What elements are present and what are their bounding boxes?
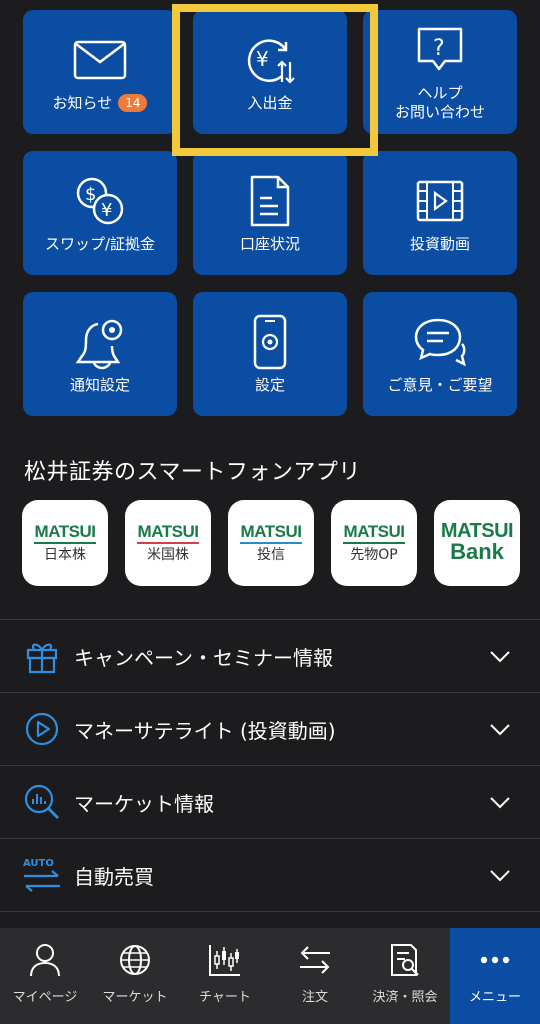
svg-text:¥: ¥ (101, 200, 112, 221)
chat-bubbles-icon (412, 314, 468, 370)
apps-section-title: 松井証券のスマートフォンアプリ (24, 460, 361, 485)
app-brand: MATSUI (343, 522, 405, 541)
tile-swap-margin[interactable]: $ ¥ スワップ/証拠金 (23, 151, 177, 275)
tile-label: 設定 (254, 375, 285, 394)
swap-currency-icon: $ ¥ (72, 173, 128, 229)
svg-text:?: ? (433, 36, 445, 61)
auto-trade-icon: AUTO (22, 855, 62, 895)
app-us-stocks[interactable]: MATSUI 米国株 (125, 500, 211, 586)
menu-row-label: マネーサテライト (投資動画) (74, 718, 336, 743)
report-search-icon (387, 942, 423, 978)
tab-label: 決済・照会 (372, 990, 438, 1005)
tile-label: 口座状況 (239, 234, 300, 253)
svg-text:¥: ¥ (256, 47, 269, 71)
tab-label: マイページ (12, 990, 78, 1005)
tile-label: ご意見・ご要望 (387, 375, 493, 394)
tab-menu[interactable]: メニュー (450, 928, 540, 1024)
bottom-tab-bar: マイページ マーケット チャート 注文 決済・照会 メニュー (0, 928, 540, 1024)
menu-row-label: キャンペーン・セミナー情報 (74, 645, 333, 670)
app-underline (137, 542, 199, 544)
tab-chart[interactable]: チャート (180, 928, 270, 1024)
app-subtitle: 日本株 (44, 547, 86, 563)
video-icon (412, 173, 468, 229)
mail-icon (72, 32, 128, 88)
app-underline (240, 542, 302, 544)
app-underline (34, 542, 96, 544)
globe-icon (117, 942, 153, 978)
menu-row-label: 自動売買 (74, 864, 154, 889)
tile-settings[interactable]: 設定 (193, 292, 347, 416)
arrows-exchange-icon (297, 942, 333, 978)
app-brand: MATSUI (34, 522, 96, 541)
tile-investment-videos[interactable]: 投資動画 (363, 151, 517, 275)
play-circle-icon (22, 709, 62, 749)
menu-row-label: マーケット情報 (74, 791, 214, 816)
tile-account-status[interactable]: 口座状況 (193, 151, 347, 275)
chevron-down-icon (490, 724, 510, 736)
menu-row-auto-trading[interactable]: AUTO 自動売買 (0, 838, 540, 911)
menu-row-money-satellite[interactable]: マネーサテライト (投資動画) (0, 692, 540, 765)
app-brand: MATSUI (240, 522, 302, 541)
tile-notification-settings[interactable]: 通知設定 (23, 292, 177, 416)
app-bank[interactable]: MATSUI Bank (434, 500, 520, 586)
divider (0, 911, 540, 912)
chevron-down-icon (490, 797, 510, 809)
tab-label: 注文 (301, 990, 328, 1005)
tab-order[interactable]: 注文 (270, 928, 360, 1024)
tab-mypage[interactable]: マイページ (0, 928, 90, 1024)
notification-count-badge: 14 (118, 93, 148, 112)
app-subtitle: 先物OP (350, 547, 398, 563)
menu-row-campaign[interactable]: キャンペーン・セミナー情報 (0, 619, 540, 692)
tile-label: 通知設定 (69, 375, 130, 394)
app-list: MATSUI 日本株 MATSUI 米国株 MATSUI 投信 MATSUI 先… (22, 500, 522, 586)
app-japan-stocks[interactable]: MATSUI 日本株 (22, 500, 108, 586)
tile-label: 投資動画 (409, 234, 470, 253)
tile-label: 入出金 (247, 93, 293, 112)
gift-icon (22, 636, 62, 676)
tile-label: スワップ/証拠金 (44, 234, 156, 253)
app-brand: MATSUI (440, 520, 514, 542)
tile-help[interactable]: ? ヘルプ お問い合わせ (363, 10, 517, 134)
tab-label: マーケット (102, 990, 168, 1005)
menu-row-market-info[interactable]: マーケット情報 (0, 765, 540, 838)
tile-notifications[interactable]: お知らせ 14 (23, 10, 177, 134)
tile-label: ヘルプ お問い合わせ (394, 84, 485, 121)
person-icon (27, 942, 63, 978)
chevron-down-icon (490, 870, 510, 882)
app-subtitle: 投信 (257, 547, 285, 563)
svg-text:AUTO: AUTO (23, 858, 54, 869)
tile-deposit-withdrawal[interactable]: ¥ 入出金 (193, 10, 347, 134)
tab-label: メニュー (468, 990, 521, 1005)
app-funds[interactable]: MATSUI 投信 (228, 500, 314, 586)
app-futures-options[interactable]: MATSUI 先物OP (331, 500, 417, 586)
candlestick-icon (207, 942, 243, 978)
bell-gear-icon (72, 314, 128, 370)
yen-transfer-icon: ¥ (242, 32, 298, 88)
app-subtitle: Bank (450, 539, 504, 564)
phone-settings-icon (242, 314, 298, 370)
help-icon: ? (412, 22, 468, 78)
tab-settlement[interactable]: 決済・照会 (360, 928, 450, 1024)
more-dots-icon (477, 942, 513, 978)
chart-search-icon (22, 782, 62, 822)
app-brand: MATSUI (137, 522, 199, 541)
document-icon (242, 173, 298, 229)
tile-label: お知らせ (52, 93, 113, 112)
tab-market[interactable]: マーケット (90, 928, 180, 1024)
tile-feedback[interactable]: ご意見・ご要望 (363, 292, 517, 416)
tab-label: チャート (199, 990, 251, 1005)
app-underline (343, 542, 405, 544)
chevron-down-icon (490, 651, 510, 663)
app-subtitle: 米国株 (147, 547, 189, 563)
